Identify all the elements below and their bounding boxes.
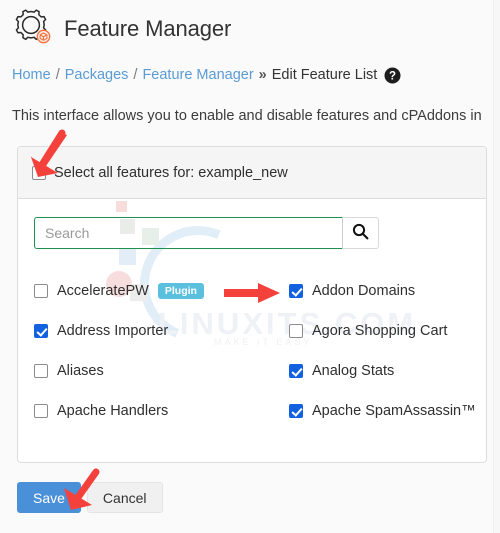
feature-list: AcceleratePW Plugin Addon Domains Addres…: [34, 271, 476, 431]
search-icon: [352, 223, 369, 243]
feature-label: Aliases: [57, 363, 104, 379]
feature-label: Apache Handlers: [57, 403, 169, 419]
page-right-edge: [493, 0, 500, 533]
apache-handlers-checkbox[interactable]: [34, 404, 48, 418]
breadcrumb-separator: /: [133, 66, 138, 83]
feature-item-apache-spamassassin[interactable]: Apache SpamAssassin™: [289, 403, 476, 419]
panel-body: LINUXITS.COM MAKE IT EASY AccelerateP: [18, 199, 486, 462]
save-button[interactable]: Save: [17, 482, 81, 513]
watermark-square: [119, 248, 136, 265]
analog-stats-checkbox[interactable]: [289, 364, 303, 378]
apache-spamassassin-checkbox[interactable]: [289, 404, 303, 418]
feature-row: Aliases Analog Stats: [34, 351, 470, 391]
aliases-checkbox[interactable]: [34, 364, 48, 378]
feature-label: Addon Domains: [312, 283, 416, 299]
select-all-row[interactable]: Select all features for: example_new: [32, 165, 288, 181]
feature-label: Analog Stats: [312, 363, 395, 379]
acceleratewp-checkbox[interactable]: [34, 284, 48, 298]
select-all-label: Select all features for: example_new: [54, 164, 288, 181]
svg-text:?: ?: [389, 71, 396, 83]
breadcrumb-final-separator: »: [258, 66, 267, 83]
addon-domains-checkbox[interactable]: [289, 284, 303, 298]
feature-item-acceleratewp[interactable]: AcceleratePW Plugin: [34, 282, 289, 300]
breadcrumb: Home / Packages / Feature Manager » Edit…: [12, 66, 401, 84]
feature-item-apache-handlers[interactable]: Apache Handlers: [34, 403, 289, 419]
cancel-button[interactable]: Cancel: [86, 482, 163, 513]
agora-shopping-cart-checkbox[interactable]: [289, 324, 303, 338]
page-description: This interface allows you to enable and …: [12, 108, 482, 124]
feature-item-address-importer[interactable]: Address Importer: [34, 323, 289, 339]
page-title: Feature Manager: [64, 16, 232, 41]
feature-item-agora-shopping-cart[interactable]: Agora Shopping Cart: [289, 323, 469, 339]
breadcrumb-item-home[interactable]: Home: [12, 67, 51, 83]
breadcrumb-item-packages[interactable]: Packages: [65, 67, 129, 83]
search-bar: [34, 217, 379, 249]
feature-label: Apache SpamAssassin™: [312, 403, 476, 419]
feature-row: AcceleratePW Plugin Addon Domains: [34, 271, 470, 311]
feature-list-panel: Select all features for: example_new LIN…: [17, 146, 487, 463]
feature-item-addon-domains[interactable]: Addon Domains: [289, 283, 469, 299]
breadcrumb-separator: /: [55, 66, 60, 83]
question-circle-icon[interactable]: ?: [384, 67, 401, 84]
search-input[interactable]: [34, 217, 343, 249]
gear-cube-icon: [10, 7, 54, 51]
search-button[interactable]: [342, 217, 379, 249]
breadcrumb-item-edit-feature-list: Edit Feature List: [271, 66, 378, 83]
plugin-badge: Plugin: [157, 282, 204, 300]
feature-item-analog-stats[interactable]: Analog Stats: [289, 363, 469, 379]
page-header: Feature Manager: [0, 0, 493, 58]
footer-actions: Save Cancel: [17, 482, 163, 513]
address-importer-checkbox[interactable]: [34, 324, 48, 338]
feature-label: Address Importer: [57, 323, 169, 339]
panel-heading: Select all features for: example_new: [18, 147, 486, 199]
select-all-checkbox[interactable]: [32, 165, 46, 180]
feature-label: Agora Shopping Cart: [312, 323, 448, 339]
feature-label: AcceleratePW: [57, 283, 149, 299]
feature-row: Address Importer Agora Shopping Cart: [34, 311, 470, 351]
watermark-square: [116, 201, 127, 212]
feature-row: Apache Handlers Apache SpamAssassin™: [34, 391, 476, 431]
breadcrumb-item-feature-manager[interactable]: Feature Manager: [142, 67, 253, 83]
feature-item-aliases[interactable]: Aliases: [34, 363, 289, 379]
